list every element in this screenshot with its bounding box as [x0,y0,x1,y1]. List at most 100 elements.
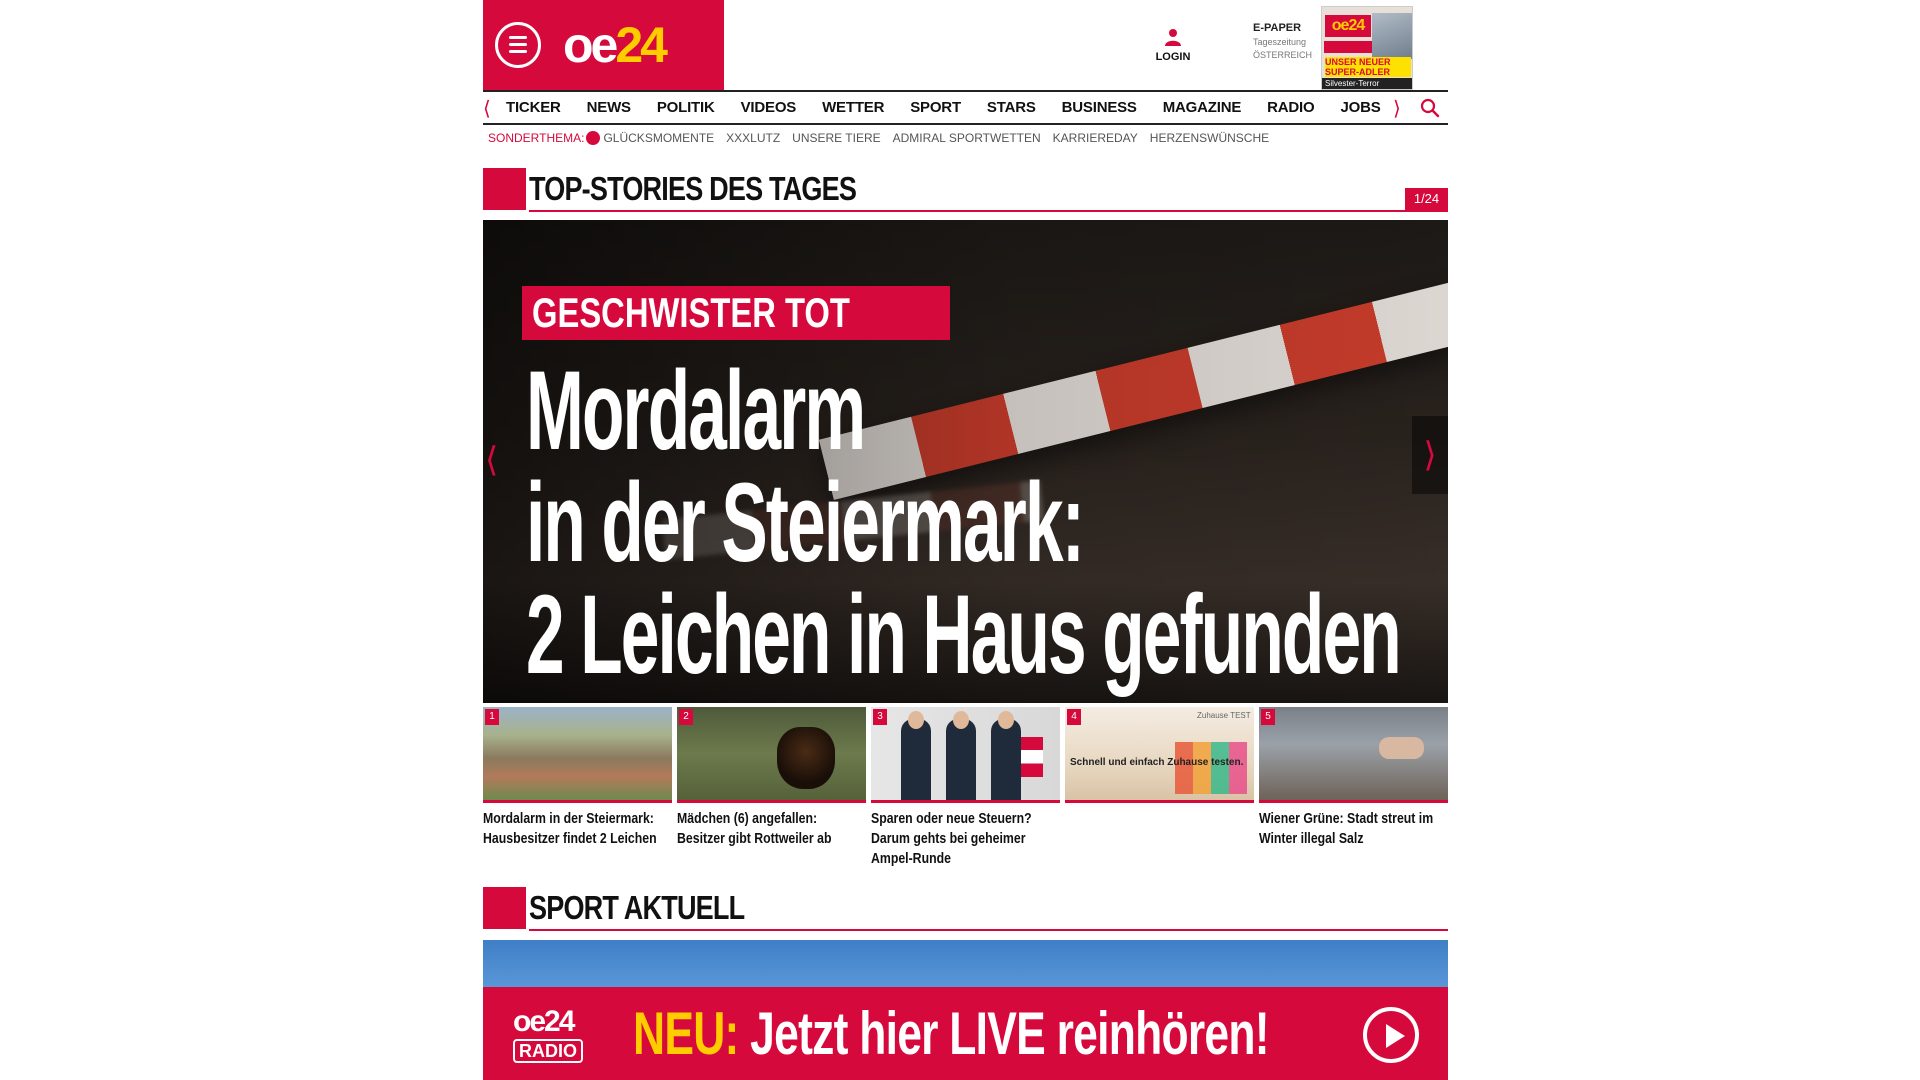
epaper-title: E-PAPER [1253,22,1302,34]
slide-counter: 1/24 [1405,188,1448,210]
sport-heading: SPORT AKTUELL [483,887,1448,931]
nav-item-stars[interactable]: STARS [987,92,1036,123]
epaper-subtitle: Tageszeitung [1253,37,1307,47]
page: oe24 LOGIN E-PAPER Tageszeitung ÖSTERREI… [483,0,1448,1080]
person-figure [901,711,931,800]
teaser-image: 2 [677,707,866,803]
special-topic-link[interactable]: XXXLUTZ [726,131,780,145]
teaser-card[interactable]: 3 Sparen oder neue Steuern? Darum gehts … [871,707,1060,869]
section-rule [529,929,1448,931]
menu-icon [509,43,527,46]
user-icon [1165,29,1181,46]
hero-headline-line: in der Steiermark: [526,460,1085,585]
nav-scroll-left-icon[interactable]: ⟨ [483,96,491,121]
special-topics-bar: SONDERTHEMA: GLÜCKSMOMENTE XXXLUTZ UNSER… [488,128,1281,148]
menu-icon [509,50,527,53]
special-topic-link[interactable]: KARRIEREDAY [1053,131,1138,145]
radio-new-label: NEU: [633,1000,739,1067]
teaser-image: 1 [483,707,672,803]
cover-bottom-line: Silvester-Terror [1322,78,1412,89]
nav-item-business[interactable]: BUSINESS [1062,92,1137,123]
section-title: TOP-STORIES DES TAGES [529,170,857,207]
special-topic-label: SONDERTHEMA: [488,131,585,145]
hero-headline: Mordalarm in der Steiermark: 2 Leichen i… [526,348,1402,697]
teaser-title: Mordalarm in der Steiermark: Hausbesitze… [483,810,657,847]
teaser-image: 3 [871,707,1060,803]
cover-photo [1372,13,1412,59]
special-topic-link[interactable]: UNSERE TIERE [792,131,880,145]
person-figure [946,711,976,800]
radio-headline: NEU: Jetzt hier LIVE reinhören! [633,1004,1270,1064]
teaser-number: 2 [679,709,693,725]
search-icon[interactable] [1420,98,1440,123]
cover-strip [1324,41,1372,53]
section-marker [483,168,526,210]
oe24-radio-logo: oe24 RADIO [513,1007,603,1067]
oe24-logo[interactable]: oe24 [563,17,668,73]
teaser-number: 5 [1261,709,1275,725]
teaser-image: Zuhause TEST Schnell und einfach Zuhause… [1065,707,1254,803]
teaser-card[interactable]: 1 Mordalarm in der Steiermark: Hausbesit… [483,707,672,849]
special-topic-link[interactable]: HERZENSWÜNSCHE [1150,131,1269,145]
hero-kicker: GESCHWISTER TOT [522,286,950,340]
special-topic-link[interactable]: GLÜCKSMOMENTE [603,131,714,145]
menu-button[interactable] [495,22,541,68]
radio-logo-text: oe24 [513,1005,575,1038]
section-marker [483,887,526,929]
nav-scroll-right-icon[interactable]: ⟩ [1393,96,1401,121]
menu-icon [509,36,527,39]
sport-story-image[interactable] [483,940,1448,990]
nav-item-ticker[interactable]: TICKER [506,92,561,123]
radio-banner[interactable]: oe24 RADIO NEU: Jetzt hier LIVE reinhöre… [483,987,1448,1080]
teaser-card[interactable]: 5 Wiener Grüne: Stadt streut im Winter i… [1259,707,1448,849]
special-topic-link[interactable]: ADMIRAL SPORTWETTEN [893,131,1041,145]
ad-brand: Zuhause TEST [1197,711,1251,720]
hand-image [1379,737,1424,759]
hero-headline-line: Mordalarm [526,348,866,473]
epaper-cover-image[interactable]: oe24 UNSER NEUER SUPER-ADLER Silvester-T… [1321,6,1413,90]
teaser-title: Sparen oder neue Steuern? Darum gehts be… [871,810,1032,867]
story-teasers: 1 Mordalarm in der Steiermark: Hausbesit… [483,707,1448,872]
rottweiler-image [777,727,835,789]
teaser-title: Wiener Grüne: Stadt streut im Winter ill… [1259,810,1434,847]
nav-items: TICKER NEWS POLITIK VIDEOS WETTER SPORT … [506,92,1407,123]
slider-prev-icon[interactable]: ⟨ [485,440,498,480]
nav-item-politik[interactable]: POLITIK [657,92,715,123]
logo-24: 24 [615,17,668,73]
epaper-country: ÖSTERREICH [1253,50,1313,60]
person-figure [991,711,1021,800]
ad-text: Schnell und einfach Zuhause testen. [1070,757,1244,768]
top-stories-heading: TOP-STORIES DES TAGES [483,168,1448,212]
nav-item-jobs[interactable]: JOBS [1341,92,1381,123]
slider-next-icon[interactable]: ⟩ [1412,416,1448,494]
austria-flag [1021,737,1043,777]
hero-headline-line: 2 Leichen in Haus gefunden [526,572,1402,697]
teaser-title: Mädchen (6) angefallen: Besitzer gibt Ro… [677,810,832,847]
header: oe24 LOGIN E-PAPER Tageszeitung ÖSTERREI… [483,0,1448,90]
teaser-number: 4 [1067,709,1081,725]
login-button[interactable]: LOGIN [1153,28,1193,63]
brand-bar: oe24 [483,0,724,90]
nav-item-news[interactable]: NEWS [587,92,631,123]
radio-message: Jetzt hier LIVE reinhören! [750,1000,1269,1067]
nav-item-magazine[interactable]: MAGAZINE [1163,92,1242,123]
cover-logo: oe24 [1325,15,1371,37]
teaser-card[interactable]: Zuhause TEST Schnell und einfach Zuhause… [1065,707,1254,809]
cover-headline: UNSER NEUER SUPER-ADLER [1325,57,1411,77]
logo-oe: oe [563,17,618,73]
teaser-number: 3 [873,709,887,725]
nav-item-radio[interactable]: RADIO [1267,92,1315,123]
nav-item-wetter[interactable]: WETTER [822,92,884,123]
epaper-link[interactable]: E-PAPER Tageszeitung ÖSTERREICH [1253,22,1323,60]
login-label: LOGIN [1155,51,1191,63]
play-icon[interactable] [1363,1007,1419,1063]
heart-badge-icon [586,131,601,145]
main-navigation: ⟨ TICKER NEWS POLITIK VIDEOS WETTER SPOR… [483,90,1448,125]
hero-story[interactable]: GESCHWISTER TOT Mordalarm in der Steierm… [483,220,1448,703]
section-rule [529,210,1448,212]
teaser-card[interactable]: 2 Mädchen (6) angefallen: Besitzer gibt … [677,707,866,849]
nav-item-sport[interactable]: SPORT [910,92,961,123]
radio-logo-label: RADIO [513,1039,583,1063]
hero-kicker-text: GESCHWISTER TOT [532,289,850,336]
nav-item-videos[interactable]: VIDEOS [741,92,797,123]
